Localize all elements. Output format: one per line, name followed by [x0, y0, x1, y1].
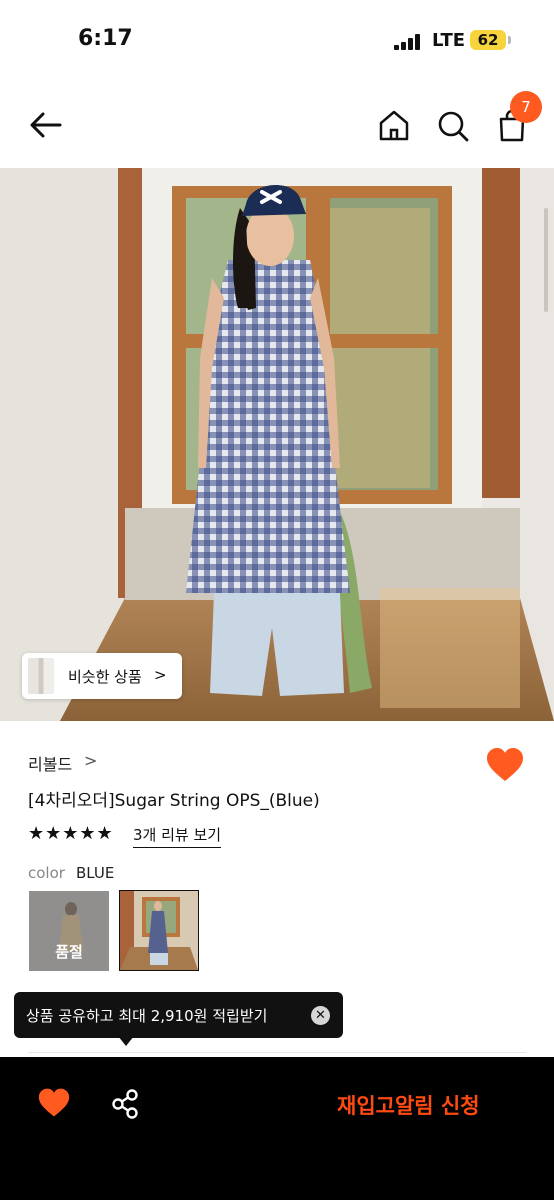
close-icon[interactable]: ✕: [311, 1006, 330, 1025]
brand-chevron-icon[interactable]: >: [84, 751, 97, 770]
toast-tail: [118, 1036, 134, 1046]
similar-products-button[interactable]: 비슷한 상품 >: [22, 653, 182, 699]
review-link[interactable]: 3개 리뷰 보기: [133, 824, 222, 848]
restock-alert-button[interactable]: 재입고알림 신청: [337, 1090, 480, 1120]
brand-name[interactable]: 리볼드: [28, 751, 72, 775]
home-icon[interactable]: [374, 106, 414, 146]
status-time: 6:17: [78, 26, 133, 51]
color-swatch-soldout[interactable]: 품절: [29, 891, 109, 971]
color-swatch-blue-selected[interactable]: [119, 890, 199, 971]
wishlist-heart-icon[interactable]: [486, 748, 524, 782]
section-divider: [28, 1052, 526, 1053]
chevron-right-icon: >: [154, 666, 167, 684]
product-image[interactable]: [0, 168, 554, 721]
cart-count-badge: 7: [510, 91, 542, 123]
similar-thumbnail: [28, 658, 54, 694]
heart-icon[interactable]: [38, 1088, 70, 1118]
toast-text: 상품 공유하고 최대 2,910원 적립받기: [26, 1007, 268, 1025]
swatch-photo-2: [120, 891, 198, 970]
bottom-action-bar: [0, 1057, 554, 1200]
product-title: [4차리오더]Sugar String OPS_(Blue): [28, 791, 320, 811]
search-icon[interactable]: [433, 106, 473, 146]
network-label: LTE: [432, 30, 466, 51]
color-label: color: [28, 864, 65, 882]
product-photo: [0, 168, 554, 721]
battery-indicator: 62: [470, 30, 506, 50]
rating-stars: ★★★★★: [28, 823, 114, 844]
similar-products-label: 비슷한 상품: [68, 668, 142, 686]
share-icon[interactable]: [110, 1088, 140, 1120]
back-arrow-icon[interactable]: [26, 105, 66, 145]
share-reward-toast: 상품 공유하고 최대 2,910원 적립받기 ✕: [14, 992, 343, 1038]
soldout-label: 품절: [55, 943, 83, 961]
signal-icon: [394, 34, 420, 50]
image-scrollbar[interactable]: [544, 208, 548, 312]
battery-cap: [508, 36, 511, 44]
color-value: BLUE: [76, 864, 115, 882]
